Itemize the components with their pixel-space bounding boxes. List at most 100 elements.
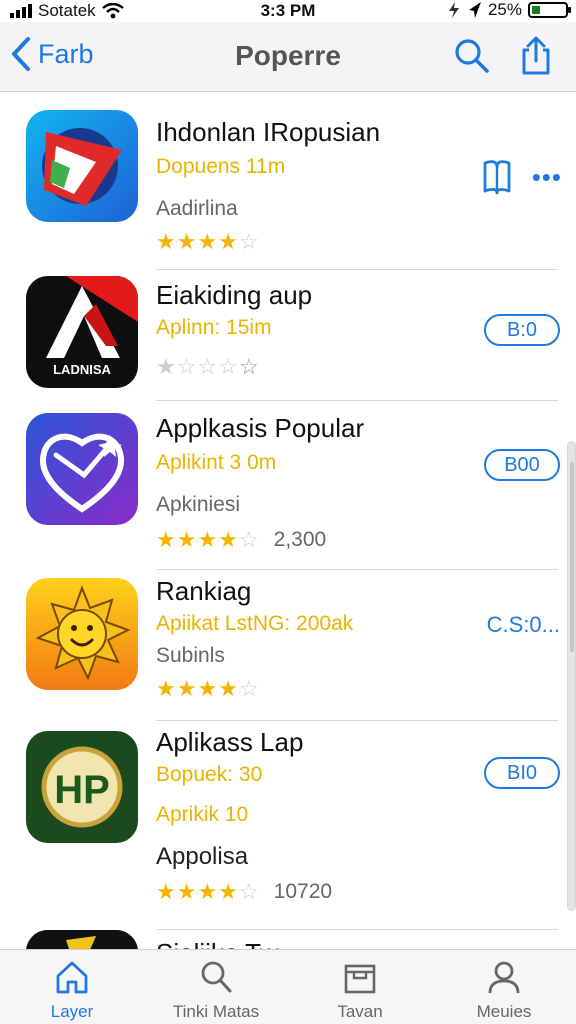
app-row[interactable]: LADNISA Eiakiding aup Aplinn: 15im ★☆☆☆☆… bbox=[0, 270, 576, 401]
person-icon bbox=[488, 961, 520, 994]
nav-bar: Farb Poperre bbox=[0, 22, 576, 92]
tab-meuies[interactable]: Meuies bbox=[432, 950, 576, 1024]
tab-layer[interactable]: Layer bbox=[0, 950, 144, 1024]
app-name[interactable]: Aplikass Lap bbox=[156, 727, 303, 758]
app-row[interactable]: Rankiag Apiikat LstNG: 200ak Subinls ★★★… bbox=[0, 570, 576, 721]
search-icon[interactable] bbox=[452, 36, 492, 76]
star-rating: ★☆☆☆☆ bbox=[156, 354, 260, 380]
app-name[interactable]: Eiakiding aup bbox=[156, 280, 312, 311]
app-subtitle: Apkiniesi bbox=[156, 493, 241, 516]
location-arrow-icon bbox=[468, 2, 481, 18]
star-icon: ☆ bbox=[238, 229, 260, 254]
app-name[interactable]: Rankiag bbox=[156, 576, 251, 607]
rating-count: 2,300 bbox=[273, 528, 327, 551]
app-icon-coin[interactable]: HP bbox=[26, 731, 138, 843]
bookmark-icon[interactable] bbox=[480, 159, 514, 195]
star-icon: ☆ bbox=[238, 879, 260, 904]
share-icon[interactable] bbox=[516, 36, 556, 76]
battery-percent: 25% bbox=[487, 0, 522, 19]
app-rating: ★★★★☆ 10720 bbox=[156, 879, 332, 905]
tab-label: Layer bbox=[50, 1002, 94, 1021]
get-button[interactable]: B:0 bbox=[484, 314, 560, 346]
star-icon: ☆ bbox=[197, 354, 219, 379]
app-rating: ★★★★☆ bbox=[156, 676, 260, 702]
star-rating: ★★★★☆ bbox=[156, 527, 260, 553]
app-meta: Aplinn: 15im bbox=[156, 316, 272, 339]
app-icon-a-logo[interactable]: LADNISA bbox=[26, 276, 138, 388]
tab-label: Tinki Matas bbox=[172, 1002, 260, 1021]
star-icon: ☆ bbox=[238, 527, 260, 552]
star-rating: ★★★★☆ bbox=[156, 229, 260, 255]
star-icon: ★ bbox=[218, 527, 239, 552]
app-rating: ★☆☆☆☆ bbox=[156, 354, 260, 380]
star-icon: ☆ bbox=[218, 354, 239, 379]
rating-count: 10720 bbox=[273, 880, 333, 903]
star-icon: ★ bbox=[218, 676, 239, 701]
star-rating: ★★★★☆ bbox=[156, 676, 260, 702]
star-icon: ★ bbox=[156, 527, 177, 552]
star-icon: ☆ bbox=[238, 676, 260, 701]
battery-fill bbox=[532, 6, 540, 14]
star-icon: ★ bbox=[197, 879, 219, 904]
app-name[interactable]: Sialiike Tw bbox=[156, 938, 278, 949]
scrollbar[interactable] bbox=[567, 441, 576, 911]
app-row[interactable]: Applkasis Popular Aplikint 3 0m Apkinies… bbox=[0, 401, 576, 570]
tab-tavan[interactable]: Tavan bbox=[288, 950, 432, 1024]
price-button[interactable]: C.S:0... bbox=[487, 612, 560, 638]
star-icon: ★ bbox=[218, 229, 239, 254]
app-subtitle: Aadirlina bbox=[156, 197, 238, 220]
home-icon bbox=[56, 961, 88, 994]
app-meta: Bopuek: 30 bbox=[156, 763, 263, 786]
app-meta-secondary: Aprikik 10 bbox=[156, 803, 249, 826]
get-button[interactable]: B00 bbox=[484, 449, 560, 481]
star-icon: ★ bbox=[176, 229, 198, 254]
alarm-icon bbox=[448, 2, 459, 18]
star-icon: ★ bbox=[156, 354, 177, 379]
search-icon bbox=[201, 961, 232, 993]
tab-label: Meuies bbox=[476, 1002, 532, 1021]
status-right: 25% bbox=[446, 0, 571, 20]
app-icon-play[interactable] bbox=[26, 110, 138, 222]
star-icon: ★ bbox=[197, 527, 219, 552]
app-rating: ★★★★☆ 2,300 bbox=[156, 527, 326, 553]
app-list: Ihdonlan IRopusian Dopuens 11m Aadirlina… bbox=[0, 93, 576, 949]
tab-search[interactable]: Tinki Matas bbox=[144, 950, 288, 1024]
app-meta: Apiikat LstNG: 200ak bbox=[156, 612, 353, 636]
star-icon: ★ bbox=[156, 229, 177, 254]
star-icon: ★ bbox=[176, 527, 198, 552]
app-subtitle: Appolisa bbox=[156, 843, 249, 870]
chevron-left-icon bbox=[12, 37, 30, 71]
app-row[interactable]: Sialiike Tw bbox=[0, 930, 576, 949]
star-icon: ★ bbox=[176, 676, 198, 701]
scrollbar-thumb[interactable] bbox=[570, 462, 574, 652]
back-label: Farb bbox=[38, 38, 94, 69]
star-rating: ★★★★☆ bbox=[156, 879, 260, 905]
app-name[interactable]: Applkasis Popular bbox=[156, 413, 364, 444]
svg-text:LADNISA: LADNISA bbox=[53, 362, 111, 377]
star-icon: ☆ bbox=[176, 354, 198, 379]
row-actions: ••• bbox=[480, 159, 562, 195]
more-options-icon[interactable]: ••• bbox=[532, 162, 562, 193]
app-meta: Aplikint 3 0m bbox=[156, 451, 277, 474]
app-icon-partial[interactable] bbox=[26, 930, 138, 949]
back-button[interactable]: Farb bbox=[10, 36, 94, 72]
app-name[interactable]: Ihdonlan IRopusian bbox=[156, 117, 380, 148]
tab-bar: Layer Tinki Matas Tavan Meuies bbox=[0, 949, 576, 1024]
star-icon: ★ bbox=[176, 879, 198, 904]
app-subtitle: Subinls bbox=[156, 644, 225, 667]
app-icon-sun[interactable] bbox=[26, 578, 138, 690]
app-row[interactable]: HP Aplikass Lap Bopuek: 30 Aprikik 10 Ap… bbox=[0, 721, 576, 930]
star-icon: ★ bbox=[218, 879, 239, 904]
svg-text:HP: HP bbox=[54, 768, 110, 812]
status-bar: Sotatek 3:3 PM 25% bbox=[0, 0, 576, 22]
star-icon: ☆ bbox=[238, 354, 260, 379]
app-row[interactable]: Ihdonlan IRopusian Dopuens 11m Aadirlina… bbox=[0, 93, 576, 270]
star-icon: ★ bbox=[156, 676, 177, 701]
star-icon: ★ bbox=[156, 879, 177, 904]
app-meta-text: Apiikat LstNG: 200ak bbox=[156, 612, 354, 635]
star-icon: ★ bbox=[197, 229, 219, 254]
star-icon: ★ bbox=[197, 676, 219, 701]
get-button[interactable]: BI0 bbox=[484, 757, 560, 789]
app-rating: ★★★★☆ bbox=[156, 229, 260, 255]
app-icon-heart-shield[interactable] bbox=[26, 413, 138, 525]
